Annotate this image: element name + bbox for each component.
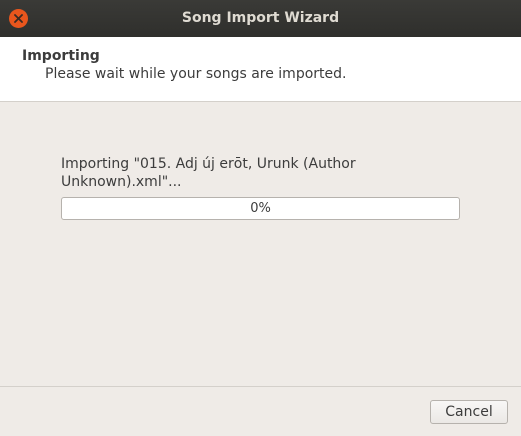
footer-divider — [0, 386, 521, 387]
wizard-header: Importing Please wait while your songs a… — [0, 37, 521, 102]
import-status-text: Importing "015. Adj új erōt, Urunk (Auth… — [61, 156, 356, 190]
window-title: Song Import Wizard — [181, 10, 340, 26]
page-title: Importing — [22, 48, 100, 64]
import-progress-bar: 0% — [61, 197, 460, 220]
import-wizard-window: Song Import Wizard Importing Please wait… — [0, 0, 521, 436]
title-bar: Song Import Wizard — [0, 0, 521, 37]
page-subtitle: Please wait while your songs are importe… — [45, 66, 347, 82]
cancel-button[interactable]: Cancel — [430, 400, 508, 424]
progress-label: 0% — [250, 201, 271, 216]
